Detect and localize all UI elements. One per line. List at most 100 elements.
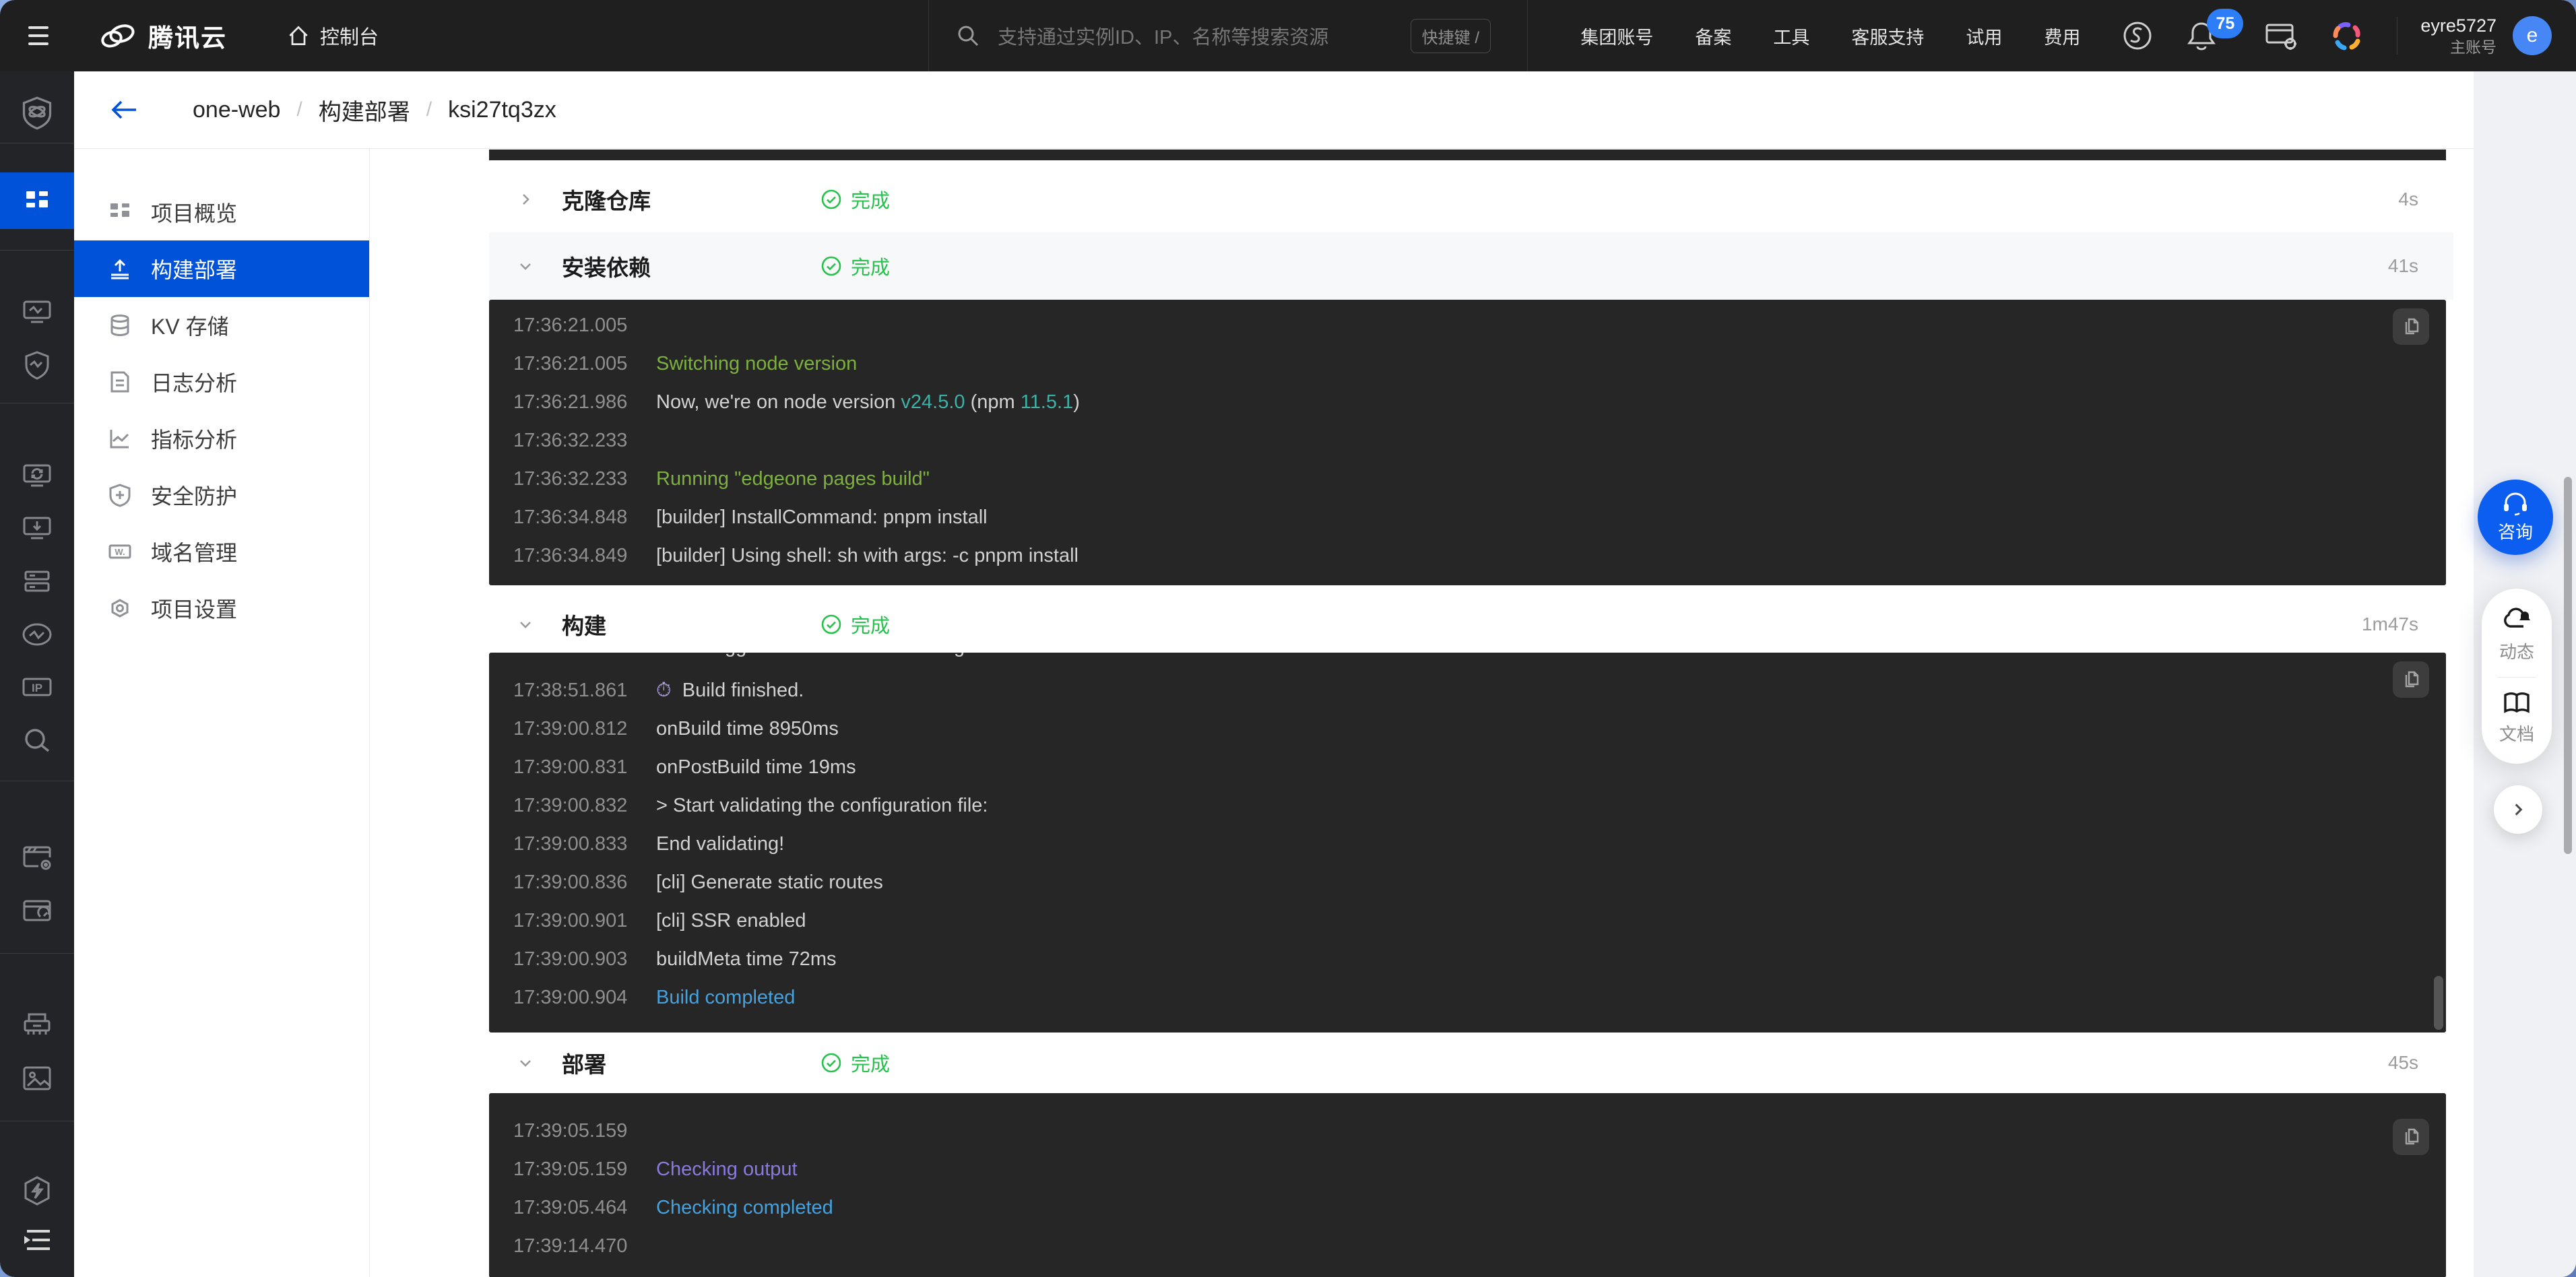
svg-text:IP: IP <box>32 682 42 694</box>
rail-monitor-pulse-icon[interactable] <box>22 298 53 327</box>
status-badge: 完成 <box>820 610 890 638</box>
nav-group-account[interactable]: 集团账号 <box>1580 23 1653 49</box>
chevron-down-icon[interactable] <box>517 616 534 632</box>
chevron-down-icon[interactable] <box>517 1055 534 1071</box>
rail-browser-dashboard-icon[interactable] <box>22 896 53 926</box>
account-name: eyre5727 <box>2420 15 2497 38</box>
sidebar-item-metrics[interactable]: 指标分析 <box>74 410 369 467</box>
log-line: 17:39:00.903buildMeta time 72ms <box>489 940 2446 979</box>
rail-hexagon-bolt-icon[interactable] <box>22 1175 53 1207</box>
back-arrow-icon[interactable] <box>109 98 139 122</box>
page-scrollbar-thumb[interactable] <box>2564 477 2572 854</box>
brand[interactable]: 腾讯云 <box>98 18 227 54</box>
section-row-clone-repo[interactable]: 克隆仓库 完成 4s <box>489 166 2453 232</box>
sidebar-item-overview[interactable]: 项目概览 <box>74 184 369 240</box>
log-line: 17:39:00.836[cli] Generate static routes <box>489 863 2446 902</box>
nav-tools[interactable]: 工具 <box>1773 23 1809 49</box>
sidebar-item-build-deploy[interactable]: 构建部署 <box>74 240 369 297</box>
page-header: one-web / 构建部署 / ksi27tq3zx <box>74 71 2474 149</box>
edgeone-logo-icon[interactable] <box>20 96 55 131</box>
rail-image-icon[interactable] <box>22 1064 53 1092</box>
sidebar-item-kv-storage[interactable]: KV 存储 <box>74 297 369 354</box>
section-row-build[interactable]: 构建 完成 1m47s <box>489 596 2453 653</box>
settings-icon <box>108 596 132 620</box>
rail-monitor-refresh-icon[interactable] <box>22 461 53 491</box>
breadcrumb-build-deploy[interactable]: 构建部署 <box>319 94 410 127</box>
duration-label: 4s <box>2398 189 2418 210</box>
rail-printer-icon[interactable] <box>22 1010 52 1040</box>
rail-server-rack-icon[interactable] <box>22 566 52 596</box>
status-badge: 完成 <box>820 1049 890 1077</box>
nav-support[interactable]: 客服支持 <box>1851 23 1924 49</box>
rail-ip-icon[interactable]: IP <box>21 674 53 700</box>
log-line: 17:39:00.812onBuild time 8950ms <box>489 710 2446 748</box>
account-info[interactable]: eyre5727 主账号 <box>2420 15 2497 57</box>
previous-log-edge <box>489 150 2446 160</box>
sidebar-item-security[interactable]: 安全防护 <box>74 467 369 523</box>
news-button[interactable]: 动态 <box>2499 608 2534 663</box>
log-panel-deploy: 17:39:05.15917:39:05.159Checking output1… <box>489 1093 2446 1277</box>
copy-log-button[interactable] <box>2393 661 2429 698</box>
notification-bell-icon[interactable]: 75 <box>2187 20 2216 52</box>
topbar-left: 腾讯云 控制台 <box>0 0 379 71</box>
log-line: 17:36:34.849[builder] Using shell: sh wi… <box>489 537 2446 575</box>
nav-trial[interactable]: 试用 <box>1966 23 2002 49</box>
log-line: 17:36:21.986Now, we're on node version v… <box>489 383 2446 422</box>
document-icon <box>108 370 132 394</box>
rail-monitor-download-icon[interactable] <box>22 514 53 544</box>
global-search[interactable]: 支持通过实例ID、IP、名称等搜索资源 快捷键 / <box>928 0 1528 71</box>
duration-label: 41s <box>2388 255 2418 277</box>
app-window: 腾讯云 控制台 支持通过实例ID、IP、名称等搜索资源 快捷键 / 集团账号 备… <box>0 0 2576 1277</box>
sidebar-item-domains[interactable]: W. 域名管理 <box>74 523 369 580</box>
log-line: 17:36:34.848[builder] InstallCommand: pn… <box>489 498 2446 537</box>
section-row-install-deps[interactable]: 安装依赖 完成 41s <box>489 232 2453 300</box>
log-line: 17:39:14.470 <box>489 1227 2446 1266</box>
notification-count-badge: 75 <box>2207 9 2243 38</box>
rail-shield-pulse-icon[interactable] <box>23 350 51 380</box>
rail-globe-pulse-icon[interactable] <box>21 621 53 648</box>
nav-icp[interactable]: 备案 <box>1695 23 1731 49</box>
consult-button[interactable]: 咨询 <box>2478 480 2553 555</box>
log-line: 17:39:00.904Build completed <box>489 979 2446 1017</box>
log-line: 17:38:51.861⏱ Build finished. <box>489 672 2446 710</box>
section-row-deploy[interactable]: 部署 完成 45s <box>489 1033 2453 1093</box>
floating-menu: 动态 文档 <box>2482 589 2552 764</box>
chevron-right-icon[interactable] <box>517 191 534 207</box>
log-panel-build: ggg 17:38:51.861⏱ Build finished.17:39:0… <box>489 653 2446 1033</box>
log-lines: 17:38:51.861⏱ Build finished.17:39:00.81… <box>489 653 2446 1033</box>
console-link[interactable]: 控制台 <box>286 22 379 50</box>
cloud-bell-icon <box>2502 608 2532 633</box>
service-icon[interactable] <box>2122 20 2153 51</box>
search-icon <box>956 24 980 48</box>
log-line: 17:39:00.832> Start validating the confi… <box>489 787 2446 825</box>
search-placeholder: 支持通过实例ID、IP、名称等搜索资源 <box>998 22 1328 50</box>
search-shortcut-badge: 快捷键 / <box>1411 19 1491 53</box>
hamburger-menu-icon[interactable] <box>27 24 54 47</box>
breadcrumb-project[interactable]: one-web <box>193 97 280 123</box>
copy-log-button[interactable] <box>2393 308 2429 345</box>
duration-label: 1m47s <box>2362 614 2418 635</box>
home-icon <box>286 24 311 48</box>
nav-billing[interactable]: 费用 <box>2044 23 2080 49</box>
avatar[interactable]: e <box>2513 16 2552 55</box>
sidebar-item-settings[interactable]: 项目设置 <box>74 580 369 636</box>
tencent-cloud-logo-icon <box>98 20 137 51</box>
sidebar-item-log-analysis[interactable]: 日志分析 <box>74 354 369 410</box>
open-book-icon <box>2503 691 2531 715</box>
rail-search-icon[interactable] <box>22 726 52 756</box>
log-line: 17:39:05.159 <box>489 1112 2446 1150</box>
copy-log-button[interactable] <box>2393 1119 2429 1155</box>
ai-assistant-icon[interactable] <box>2331 20 2363 52</box>
log-line: 17:39:05.464Checking completed <box>489 1189 2446 1227</box>
collapse-panel-button[interactable] <box>2494 785 2542 834</box>
rail-browser-gear-icon[interactable] <box>22 843 53 872</box>
topbar-right: 集团账号 备案 工具 客服支持 试用 费用 75 <box>1580 0 2576 71</box>
rail-item-pages-active[interactable] <box>0 172 74 229</box>
docs-button[interactable]: 文档 <box>2499 691 2534 746</box>
log-scrollbar-thumb[interactable] <box>2434 976 2443 1030</box>
console-settings-icon[interactable] <box>2265 21 2297 51</box>
rail-divider <box>0 953 74 954</box>
chevron-down-icon[interactable] <box>517 258 534 274</box>
log-line: 17:39:00.901[cli] SSR enabled <box>489 902 2446 940</box>
rail-terminal-list-icon[interactable] <box>22 1226 53 1254</box>
